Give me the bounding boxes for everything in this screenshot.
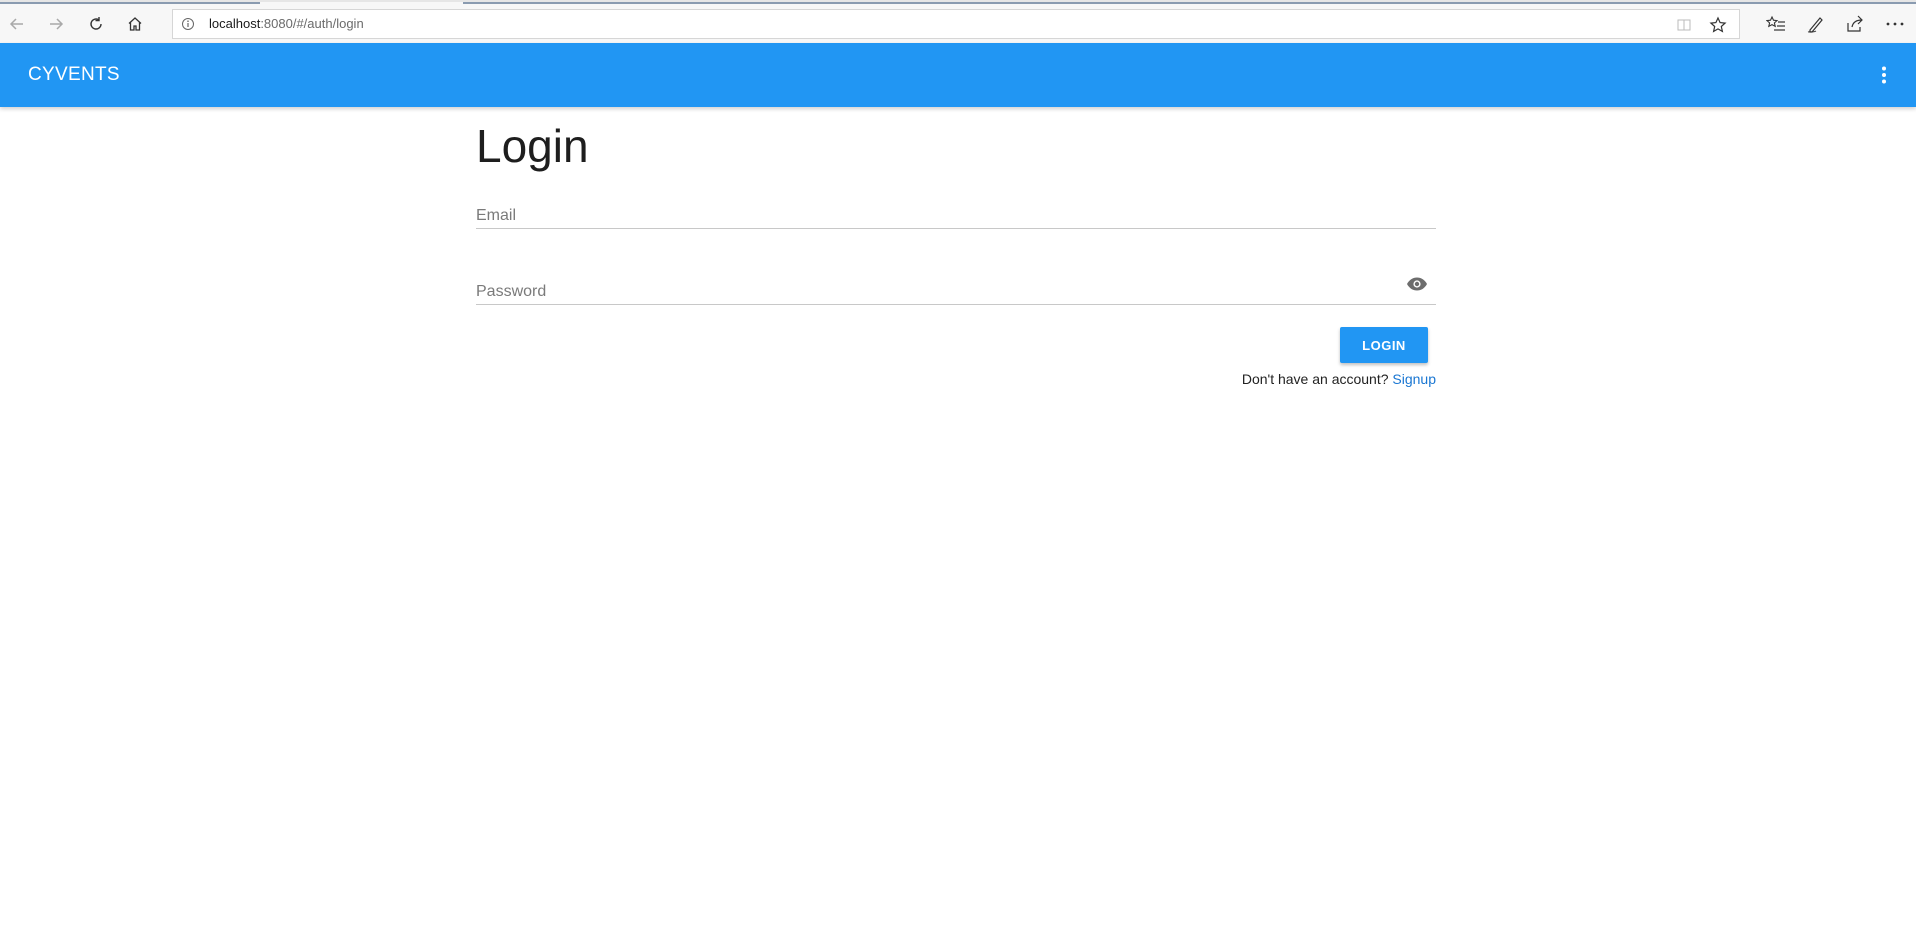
home-icon (128, 17, 142, 31)
info-icon[interactable] (181, 17, 195, 31)
favorite-button[interactable] (1707, 15, 1729, 35)
reading-view-button[interactable] (1673, 15, 1695, 35)
signup-prompt: Don't have an account? Signup (1242, 371, 1436, 387)
email-field-container (476, 195, 1436, 229)
tab-indicator (463, 2, 1916, 4)
more-button[interactable] (1881, 10, 1909, 38)
star-icon (1709, 16, 1727, 33)
email-field[interactable] (476, 195, 1436, 228)
back-button[interactable] (1, 8, 33, 40)
address-bar[interactable]: localhost:8080/#/auth/login (172, 9, 1740, 39)
app-bar: CYVENTS (0, 43, 1916, 107)
refresh-icon (90, 17, 102, 30)
app-title: CYVENTS (28, 64, 120, 85)
arrow-left-icon (9, 18, 23, 30)
kebab-menu-icon (1882, 66, 1886, 84)
forward-button[interactable] (40, 8, 72, 40)
signup-link[interactable]: Signup (1392, 371, 1436, 387)
page-title: Login (476, 120, 589, 172)
favorites-list-icon (1766, 15, 1785, 31)
share-icon (1847, 15, 1863, 32)
pen-icon (1807, 17, 1823, 33)
password-field-container (476, 271, 1436, 305)
notes-button[interactable] (1802, 10, 1830, 38)
ellipsis-icon (1886, 22, 1904, 26)
password-field[interactable] (476, 271, 1436, 304)
show-password-button[interactable] (1404, 271, 1430, 297)
url-host: localhost (209, 16, 261, 31)
no-account-text: Don't have an account? (1241, 371, 1389, 387)
refresh-button[interactable] (80, 8, 112, 40)
tab-indicator (0, 2, 260, 4)
favorites-list-button[interactable] (1762, 10, 1790, 38)
url-path: :8080/#/auth/login (260, 16, 364, 31)
app-menu-button[interactable] (1872, 63, 1896, 87)
url-text[interactable]: localhost:8080/#/auth/login (209, 16, 364, 31)
home-button[interactable] (119, 8, 151, 40)
share-button[interactable] (1841, 10, 1869, 38)
arrow-right-icon (50, 18, 64, 30)
browser-toolbar: localhost:8080/#/auth/login (0, 0, 1916, 43)
login-button[interactable]: LOGIN (1340, 327, 1428, 363)
eye-icon (1407, 277, 1427, 291)
reading-view-icon (1677, 19, 1691, 31)
